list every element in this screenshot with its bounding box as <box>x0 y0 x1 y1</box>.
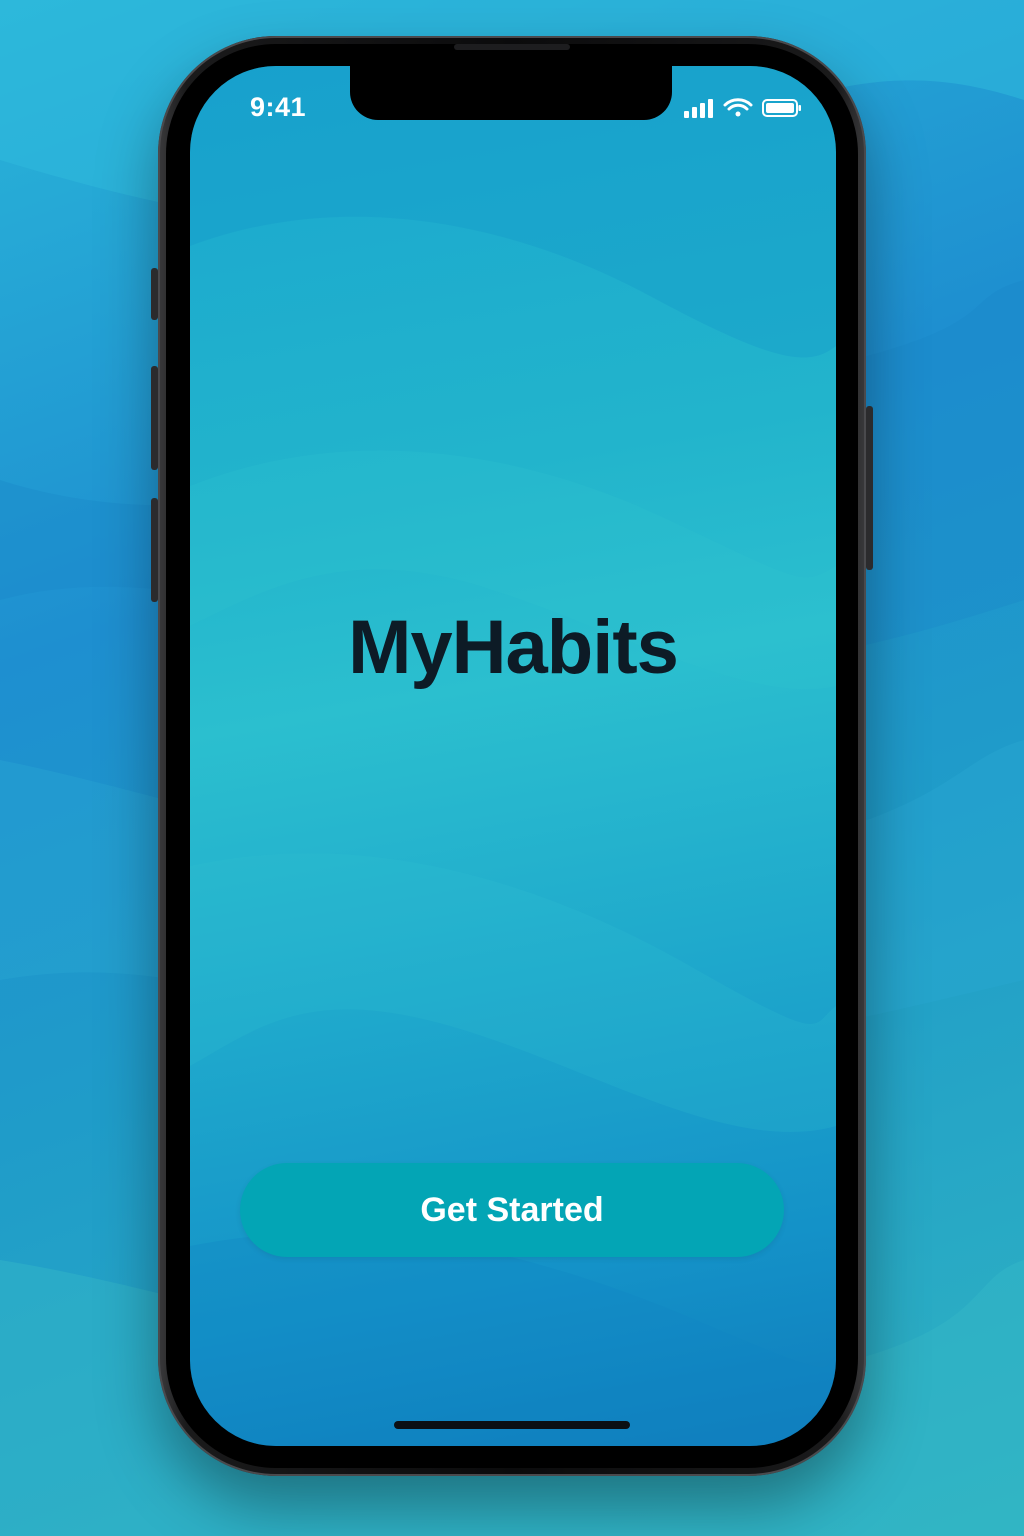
home-indicator[interactable] <box>394 1421 630 1429</box>
app-title: MyHabits <box>348 605 679 690</box>
silent-switch <box>151 268 158 320</box>
status-time: 9:41 <box>250 92 307 122</box>
earpiece-speaker <box>454 44 570 50</box>
get-started-button[interactable]: Get Started <box>240 1163 784 1257</box>
battery-icon <box>762 99 801 117</box>
notch <box>350 66 672 120</box>
wifi-icon <box>723 98 753 117</box>
volume-up-button <box>151 366 158 470</box>
power-button <box>866 406 873 570</box>
cellular-signal-icon <box>684 99 713 118</box>
status-icons <box>684 98 801 118</box>
volume-down-button <box>151 498 158 602</box>
